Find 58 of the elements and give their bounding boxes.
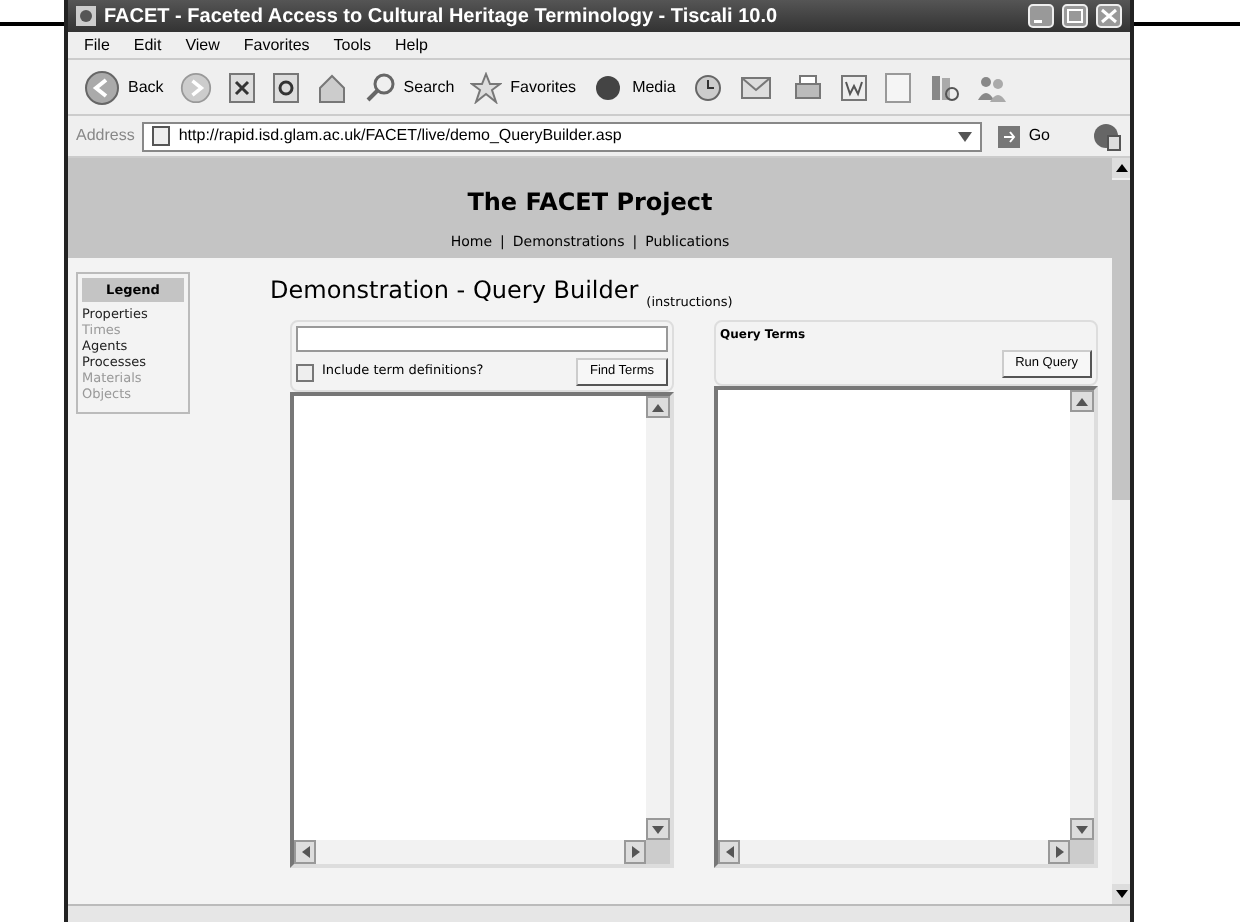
search-field[interactable] xyxy=(296,326,668,352)
page-heading: Demonstration - Query Builder xyxy=(270,274,639,308)
stop-icon[interactable] xyxy=(227,71,256,103)
up-arrow-icon xyxy=(1115,164,1127,172)
down-arrow-icon xyxy=(1115,890,1127,898)
list-box[interactable] xyxy=(290,392,674,868)
down-arrow-icon xyxy=(1076,825,1088,833)
people-icon[interactable] xyxy=(975,71,1008,103)
star-icon xyxy=(470,71,503,103)
site-title: The FACET Project xyxy=(467,185,713,219)
menu-item[interactable]: File xyxy=(84,33,110,57)
page-scrollbar[interactable] xyxy=(1112,158,1130,904)
list-box[interactable] xyxy=(714,386,1098,868)
page-icon xyxy=(152,126,171,146)
right-arrow-icon xyxy=(1055,846,1063,858)
menu-item[interactable]: Tools xyxy=(333,33,371,57)
right-arrow-icon xyxy=(631,846,639,858)
go-button[interactable]: Go xyxy=(990,124,1058,148)
vertical-scrollbar[interactable] xyxy=(646,396,670,840)
vertical-scrollbar[interactable] xyxy=(1070,390,1094,840)
checkbox[interactable] xyxy=(296,363,314,381)
maximize-icon[interactable] xyxy=(1062,4,1088,28)
media-icon xyxy=(592,71,625,103)
go-arrow-icon xyxy=(998,125,1021,147)
mail-icon[interactable] xyxy=(739,73,776,101)
home-icon[interactable] xyxy=(315,71,348,103)
books-icon[interactable] xyxy=(927,71,960,103)
back-button[interactable]: Back xyxy=(84,69,164,105)
horizontal-scrollbar[interactable] xyxy=(718,840,1094,864)
search-icon xyxy=(363,71,396,103)
resize-grip xyxy=(646,840,670,864)
menu-item[interactable]: Edit xyxy=(133,33,162,57)
globe-icon xyxy=(1090,120,1122,152)
menu-item[interactable]: Favorites xyxy=(243,33,310,57)
note-icon[interactable] xyxy=(883,71,912,103)
left-arrow-icon xyxy=(301,846,309,858)
up-arrow-icon xyxy=(652,403,664,411)
minimize-icon[interactable] xyxy=(1028,4,1054,28)
refresh-icon[interactable] xyxy=(271,71,300,103)
printer-icon[interactable] xyxy=(791,71,824,103)
up-arrow-icon xyxy=(1076,397,1088,405)
down-arrow-icon xyxy=(652,825,664,833)
search-button[interactable]: Search xyxy=(363,71,455,103)
resize-grip xyxy=(1070,840,1094,864)
media-button[interactable]: Media xyxy=(592,71,676,103)
history-icon[interactable] xyxy=(691,71,724,103)
dropdown-arrow-icon xyxy=(958,131,973,141)
horizontal-scrollbar[interactable] xyxy=(294,840,670,864)
word-icon[interactable] xyxy=(839,73,868,101)
browser-icon xyxy=(76,6,96,26)
favorites-button[interactable]: Favorites xyxy=(470,71,577,103)
menu-item[interactable]: Help xyxy=(394,33,428,57)
address-label: Address xyxy=(76,124,135,148)
menu-item[interactable]: View xyxy=(185,33,220,57)
left-arrow-icon xyxy=(725,846,733,858)
window-title: FACET - Faceted Access to Cultural Heritage Terminology - Tiscali 10.0 xyxy=(104,3,780,31)
address-field[interactable]: http://rapid.isd.glam.ac.uk/FACET/live/demo_QueryBuilder.asp xyxy=(142,121,983,151)
close-icon[interactable] xyxy=(1096,4,1122,28)
